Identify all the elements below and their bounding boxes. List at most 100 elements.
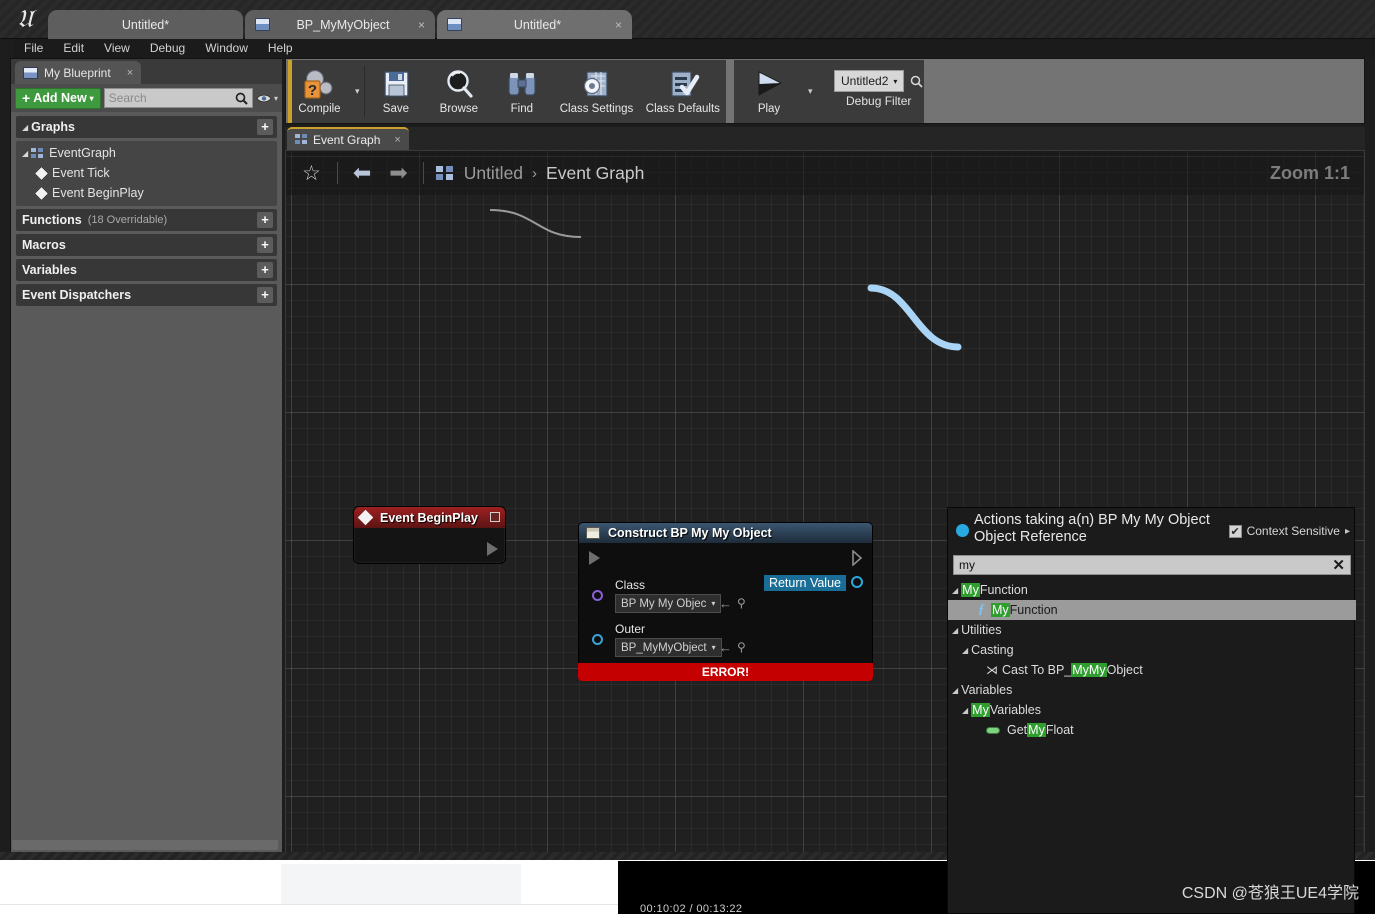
divider [422, 162, 424, 184]
gear-document-icon [579, 68, 613, 100]
close-icon[interactable]: × [615, 18, 622, 32]
graphs-children: ◢ EventGraph Event Tick Event BeginPlay [16, 141, 277, 206]
add-macro-button[interactable]: + [257, 237, 273, 253]
my-blueprint-tree: ◢ Graphs + ◢ EventGraph Event Tick Event… [11, 112, 282, 853]
add-graph-button[interactable]: + [257, 119, 273, 135]
match-highlight: My [991, 603, 1010, 617]
use-selected-asset-icon[interactable]: ← [719, 596, 732, 611]
result-item-cast-to-bp-mymyobject[interactable]: ⋊ Cast To BP_ MyMy Object [948, 660, 1356, 680]
result-category-my-variables[interactable]: ◢ My Variables [948, 700, 1356, 720]
action-menu-search-input[interactable]: my ✕ [953, 555, 1351, 575]
browse-asset-icon[interactable]: ⚲ [737, 596, 746, 610]
find-button[interactable]: Find [490, 60, 553, 123]
tree-item-eventgraph[interactable]: ◢ EventGraph [16, 143, 277, 163]
node-construct-object[interactable]: Construct BP My My Object Class BP My My… [578, 522, 873, 681]
class-input-pin[interactable] [592, 590, 603, 601]
class-defaults-button[interactable]: Class Defaults [640, 60, 726, 123]
blueprint-icon [255, 18, 270, 31]
tree-item-event-tick[interactable]: Event Tick [16, 163, 277, 183]
context-sensitive-toggle[interactable]: ✔ Context Sensitive ▸ [1228, 524, 1350, 538]
result-category-casting[interactable]: ◢ Casting [948, 640, 1356, 660]
exec-output-pin[interactable] [852, 550, 866, 566]
add-function-button[interactable]: + [257, 212, 273, 228]
close-icon[interactable]: × [418, 18, 425, 32]
node-header[interactable]: Event BeginPlay [354, 507, 505, 528]
result-category-variables[interactable]: ◢ Variables [948, 680, 1356, 700]
add-new-button[interactable]: + Add New ▾ [15, 87, 101, 109]
menu-item-edit[interactable]: Edit [53, 39, 94, 58]
class-value: BP My My Objec [621, 597, 707, 610]
category-event-dispatchers[interactable]: Event Dispatchers + [16, 284, 277, 306]
add-event-dispatcher-button[interactable]: + [257, 287, 273, 303]
category-variables[interactable]: Variables + [16, 259, 277, 281]
pin-label: Outer [615, 622, 646, 636]
tab-my-blueprint[interactable]: My Blueprint × [15, 61, 142, 84]
left-panel-scrollbar[interactable] [12, 840, 278, 850]
search-input[interactable]: Search [103, 88, 253, 108]
my-blueprint-tabstrip: My Blueprint × [11, 59, 282, 84]
result-category-my-function[interactable]: ◢ My Function [948, 580, 1356, 600]
magnifier-icon [235, 92, 248, 105]
save-button[interactable]: Save [364, 60, 427, 123]
result-item-my-function[interactable]: ƒ My Function [948, 600, 1356, 620]
result-item-get-my-float[interactable]: Get My Float [948, 720, 1356, 740]
close-icon[interactable]: × [394, 134, 400, 146]
return-value-output-pin[interactable] [851, 576, 863, 588]
category-functions[interactable]: Functions (18 Overridable) + [16, 209, 277, 231]
outer-input-pin[interactable] [592, 634, 603, 645]
delegate-pin[interactable] [490, 512, 500, 522]
toolbar-group-play: Play ▾ Untitled2 ▾ Debug Filter [734, 60, 924, 123]
node-header[interactable]: Construct BP My My Object [579, 523, 872, 543]
browse-button[interactable]: Browse [427, 60, 490, 123]
debug-filter: Untitled2 ▾ Debug Filter [834, 70, 923, 108]
result-label: Object [1106, 663, 1143, 677]
breadcrumb-root[interactable]: Untitled [464, 163, 523, 184]
unreal-engine-logo-icon: 𝔘 [16, 4, 34, 33]
arrow-left-icon[interactable]: ⬅ [344, 162, 380, 184]
menu-item-window[interactable]: Window [195, 39, 258, 58]
clear-icon[interactable]: ✕ [1332, 556, 1345, 574]
category-macros[interactable]: Macros + [16, 234, 277, 256]
visibility-options-button[interactable]: ▾ [256, 93, 278, 104]
window-tab-untitled-1[interactable]: Untitled* [48, 10, 243, 39]
action-menu-results-list: ◢ My Function ƒ My Function ◢ Utilities … [948, 578, 1356, 914]
menu-item-debug[interactable]: Debug [140, 39, 195, 58]
checkbox-checked-icon[interactable]: ✔ [1228, 524, 1242, 538]
blueprint-action-menu[interactable]: Actions taking a(n) BP My My Object Obje… [947, 507, 1356, 914]
arrow-right-icon[interactable]: ➡ [380, 162, 416, 184]
menu-item-view[interactable]: View [94, 39, 140, 58]
node-exec-row [579, 549, 874, 567]
tab-event-graph[interactable]: Event Graph × [287, 127, 409, 150]
tree-item-event-beginplay[interactable]: Event BeginPlay [16, 183, 277, 203]
graph-tabstrip: Event Graph × [285, 127, 1365, 150]
chevron-right-icon[interactable]: ▸ [1345, 526, 1350, 537]
exec-input-pin[interactable] [589, 551, 600, 565]
result-category-utilities[interactable]: ◢ Utilities [948, 620, 1356, 640]
browse-asset-icon[interactable]: ⚲ [737, 640, 746, 654]
class-value-select[interactable]: BP My My Objec ▾ [615, 594, 722, 613]
debug-filter-select[interactable]: Untitled2 ▾ [834, 70, 905, 92]
menu-item-file[interactable]: File [14, 39, 53, 58]
use-selected-asset-icon[interactable]: ← [719, 640, 732, 655]
compile-button[interactable]: ? Compile [288, 60, 351, 123]
window-tab-bp-mymyobject[interactable]: BP_MyMyObject × [245, 10, 435, 39]
category-graphs[interactable]: ◢ Graphs + [16, 116, 277, 138]
menu-item-help[interactable]: Help [258, 39, 303, 58]
outer-value-select[interactable]: BP_MyMyObject ▾ [615, 638, 722, 657]
breadcrumb-separator: › [532, 164, 538, 182]
floppy-disk-icon [379, 68, 413, 100]
divider [336, 162, 338, 184]
star-icon[interactable]: ☆ [298, 161, 331, 186]
event-diamond-icon [357, 509, 374, 526]
add-variable-button[interactable]: + [257, 262, 273, 278]
play-button[interactable]: Play [734, 60, 804, 123]
close-icon[interactable]: × [127, 67, 133, 79]
exec-output-pin[interactable] [487, 542, 498, 556]
compile-options-caret[interactable]: ▾ [351, 86, 364, 97]
magnifier-icon[interactable] [910, 75, 923, 88]
node-event-beginplay[interactable]: Event BeginPlay [353, 506, 506, 564]
play-options-caret[interactable]: ▾ [804, 86, 817, 97]
class-settings-button[interactable]: Class Settings [553, 60, 639, 123]
window-tab-untitled-2[interactable]: Untitled* × [437, 10, 632, 39]
category-label: Variables [22, 263, 77, 277]
